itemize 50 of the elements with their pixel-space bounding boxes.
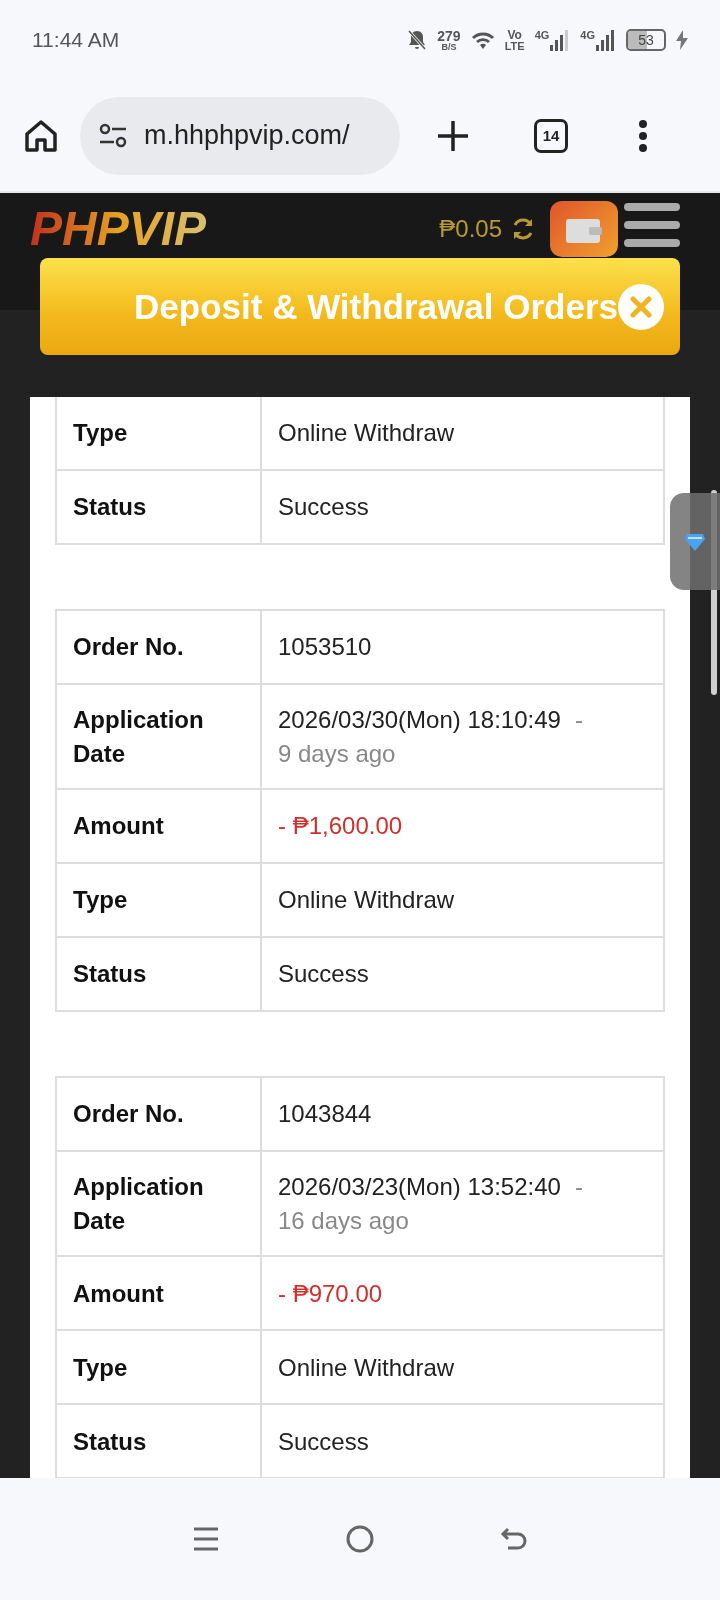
table-cell-text: Success (277, 959, 370, 990)
lte-label: LTE (504, 40, 525, 52)
modal-title: Deposit & Withdrawal Orders (134, 286, 618, 327)
status-time: 11:44 AM (32, 28, 120, 52)
table-cell-text: 1053510 (277, 632, 373, 663)
table-cell-text: Online Withdraw (277, 418, 456, 449)
net-speed-unit: B/S (441, 42, 457, 52)
row-label: Order No. (57, 1078, 262, 1151)
battery-icon: 53 (626, 29, 666, 51)
table-cell-text: Success (277, 1426, 370, 1457)
row-label: Amount (57, 790, 262, 863)
signal-icon (596, 29, 616, 51)
row-label: Application Date (57, 1152, 262, 1256)
row-label: Type (57, 1331, 262, 1404)
back-icon[interactable] (499, 1525, 528, 1553)
signal-icon (550, 29, 571, 51)
recent-apps-icon[interactable] (192, 1525, 221, 1553)
site-settings-icon[interactable] (98, 122, 128, 149)
table-cell-text: - ₱1,600.00 (277, 811, 404, 842)
home-icon[interactable] (24, 118, 58, 153)
table-cell-text: Online Withdraw (277, 1352, 456, 1383)
side-tab[interactable] (670, 493, 720, 590)
table-cell-text: 2026/03/30(Mon) 18:10:49 - 9 days ago (277, 705, 584, 769)
row-label: Status (57, 471, 262, 543)
more-menu-icon[interactable] (638, 118, 648, 153)
new-tab-icon[interactable] (436, 118, 470, 153)
row-label: Status (57, 938, 262, 1011)
row-label: Amount (57, 1257, 262, 1330)
row-label: Application Date (57, 685, 262, 789)
table-cell-text: 2026/03/23(Mon) 13:52:40 - 16 days ago (277, 1172, 584, 1236)
row-label: Type (57, 397, 262, 469)
muted-bell-icon (407, 29, 428, 51)
network-type: 4G (534, 29, 550, 41)
volte-label: Vo (507, 28, 522, 41)
wallet-button[interactable] (550, 201, 618, 257)
net-speed: 279 (437, 28, 461, 43)
close-icon (630, 295, 652, 318)
home-button-icon[interactable] (345, 1524, 375, 1554)
address-bar[interactable]: m.hhphpvip.com/ (80, 96, 400, 175)
network-type: 4G (580, 29, 595, 41)
tab-count-button[interactable]: 14 (534, 118, 568, 153)
wifi-icon (470, 30, 495, 50)
row-label: Order No. (57, 611, 262, 683)
table-cell-text: 1043844 (277, 1099, 373, 1130)
row-label: Type (57, 864, 262, 937)
table-cell-text: Online Withdraw (277, 885, 456, 916)
diamond-icon (685, 532, 705, 551)
table-cell-text: Success (277, 492, 370, 523)
balance: ₱0.05 (439, 214, 502, 244)
table-cell-text: - ₱970.00 (277, 1278, 384, 1309)
